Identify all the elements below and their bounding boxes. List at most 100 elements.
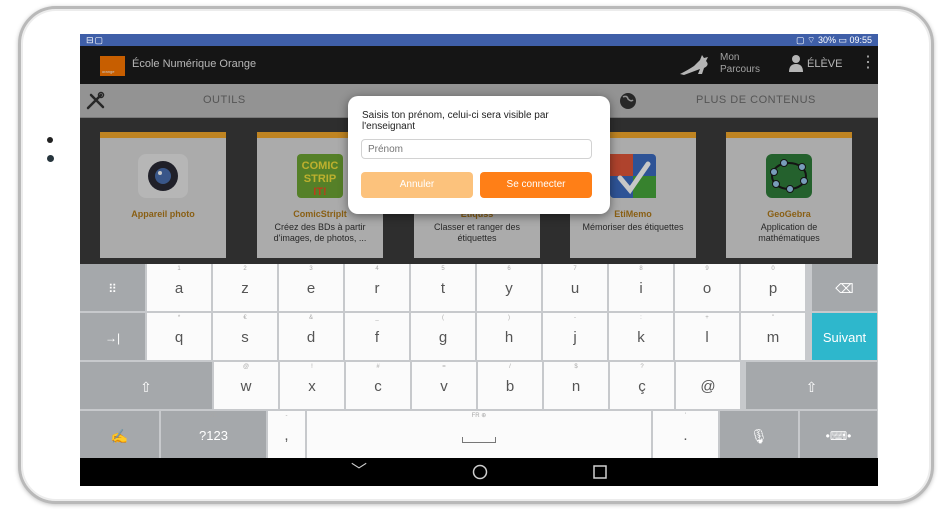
key-f[interactable]: _ f [345, 313, 410, 360]
microphone-icon: 🎙 [750, 428, 768, 444]
key-hint: ( [442, 315, 444, 321]
key-g[interactable]: (g [411, 313, 476, 360]
key-d[interactable]: & d [279, 313, 344, 360]
back-icon[interactable]: ﹀ [351, 463, 367, 481]
status-right-info: ▢ ⌔ 30% ▭ 09:55 [795, 35, 872, 45]
key-label: y [505, 280, 513, 297]
key-hint: @ [242, 364, 250, 370]
emoji-grid-key[interactable]: ⠿ [80, 264, 146, 311]
symbols-label: ?123 [199, 428, 228, 443]
recent-apps-icon[interactable] [593, 465, 607, 479]
key-k[interactable]: :k [609, 313, 674, 360]
key-hint: ) [508, 315, 510, 321]
key-u[interactable]: 7u [543, 264, 608, 311]
key-hint: 5 [441, 266, 445, 272]
key-label: q [174, 329, 184, 346]
key-label: m [766, 329, 780, 346]
key-i[interactable]: 8i [609, 264, 674, 311]
key-label: e [306, 280, 316, 297]
key-m[interactable]: " m [741, 313, 806, 360]
hide-keyboard-key[interactable]: •⌨• [800, 411, 878, 458]
period-label: . [683, 427, 688, 444]
cancel-button[interactable]: Annuler [361, 172, 473, 198]
navigation-bar: ﹀ [80, 458, 878, 486]
key-label: a [174, 280, 184, 297]
key-hint: = [442, 364, 446, 370]
key-hint: € [243, 315, 247, 321]
key-label: o [702, 280, 712, 297]
key-e[interactable]: 3e [279, 264, 344, 311]
key-hint: 2 [243, 266, 247, 272]
voice-input-key[interactable]: 🎙 [720, 411, 799, 458]
connect-button[interactable]: Se connecter [480, 172, 592, 198]
key-label: n [571, 378, 581, 395]
tab-key[interactable]: →| [80, 313, 146, 360]
key-y[interactable]: 6y [477, 264, 542, 311]
space-bar-icon [462, 437, 496, 443]
key-label: @ [700, 378, 716, 395]
symbols-key[interactable]: ZE ?123 [161, 411, 267, 458]
firstname-input[interactable] [361, 139, 592, 159]
key-j[interactable]: -j [543, 313, 608, 360]
key-t[interactable]: 5t [411, 264, 476, 311]
sensor-dot [47, 137, 53, 143]
key-label: l [705, 329, 709, 346]
key-a[interactable]: 1a [147, 264, 212, 311]
tablet-screen: ⊟▢ ▢ ⌔ 30% ▭ 09:55 orange École Numériqu… [80, 34, 878, 486]
key-c[interactable]: # c [346, 362, 411, 409]
key-z[interactable]: 2z [213, 264, 278, 311]
key-h[interactable]: ) h [477, 313, 542, 360]
front-camera [47, 155, 54, 162]
key-hint: 8 [639, 266, 643, 272]
key-x[interactable]: ! x [280, 362, 345, 409]
next-key[interactable]: Suivant [812, 313, 878, 360]
key-hint: 6 [507, 266, 511, 272]
handwriting-key[interactable]: ✍ [80, 411, 160, 458]
key-p[interactable]: 0p [741, 264, 806, 311]
key-v[interactable]: = v [412, 362, 477, 409]
key-ç[interactable]: ? ç [610, 362, 675, 409]
key-hint: - [285, 413, 288, 419]
key-o[interactable]: 9o [675, 264, 740, 311]
shift-icon: ⇧ [140, 379, 152, 395]
space-key[interactable]: FR ⊕ [307, 411, 652, 458]
shift-key-right[interactable]: ⇧ [746, 362, 878, 409]
status-bar: ⊟▢ ▢ ⌔ 30% ▭ 09:55 [80, 34, 878, 46]
key-hint: $ [574, 364, 578, 370]
keyboard-icon: •⌨• [825, 429, 852, 443]
key-label: s [241, 329, 249, 346]
key-n[interactable]: $ n [544, 362, 609, 409]
key-hint: 0 [771, 266, 775, 272]
key-s[interactable]: € s [213, 313, 278, 360]
key-hint: _ [375, 315, 379, 321]
backspace-key[interactable]: ⌫ [812, 264, 878, 311]
key-label: ç [638, 378, 646, 395]
key-label: d [306, 329, 316, 346]
shift-key-left[interactable]: ⇧ [80, 362, 213, 409]
key-l[interactable]: + l [675, 313, 740, 360]
key-r[interactable]: 4r [345, 264, 410, 311]
key-label: h [504, 329, 514, 346]
key-label: i [639, 280, 643, 297]
key-label: t [440, 280, 446, 297]
key-label: v [440, 378, 448, 395]
key-b[interactable]: / b [478, 362, 543, 409]
comma-key[interactable]: - , [268, 411, 306, 458]
key-hint: FR ⊕ [471, 413, 487, 419]
key-w[interactable]: @ w [214, 362, 279, 409]
grid-icon: ⠿ [108, 282, 117, 296]
home-icon[interactable] [472, 464, 488, 480]
key-at[interactable]: @ [676, 362, 741, 409]
key-label: z [241, 280, 249, 297]
dialog-message: Saisis ton prénom, celui-ci sera visible… [362, 110, 549, 132]
status-left-icons: ⊟▢ [86, 35, 105, 45]
comma-label: , [284, 427, 289, 444]
tab-icon: →| [104, 331, 121, 345]
key-q[interactable]: * q [147, 313, 212, 360]
key-hint: ! [311, 364, 313, 370]
onscreen-keyboard: ⠿ 1a2z3e4r5t6y7u8i9o0p ⌫ →| * q € s & d _ f(g) h… [80, 264, 878, 458]
period-key[interactable]: ' . [653, 411, 719, 458]
shift-icon: ⇧ [805, 379, 818, 395]
key-hint: : [640, 315, 642, 321]
key-label: u [570, 280, 580, 297]
